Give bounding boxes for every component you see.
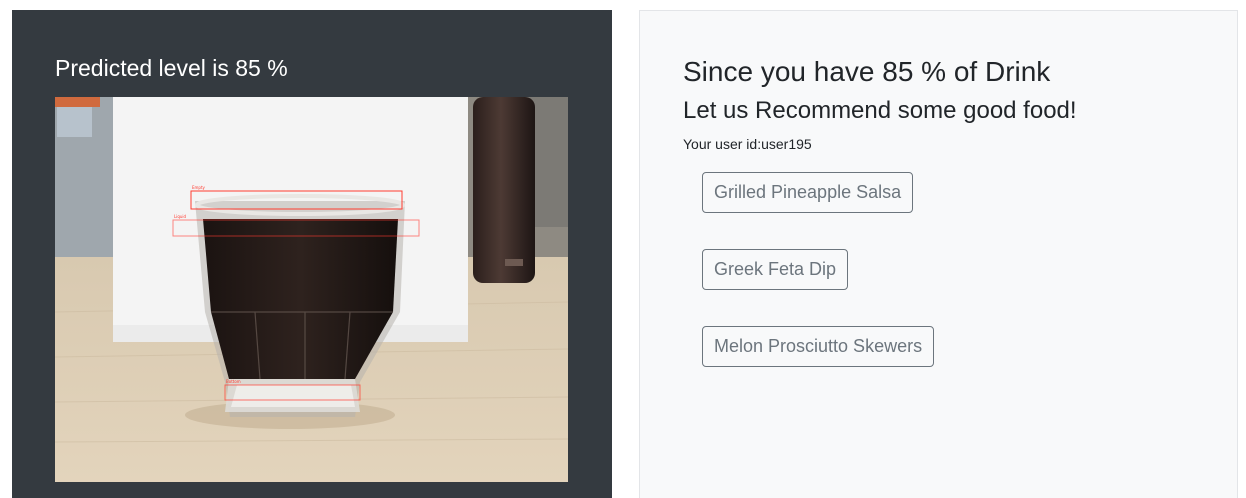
food-button-grilled-pineapple-salsa[interactable]: Grilled Pineapple Salsa — [702, 172, 914, 213]
recommend-subheading: Let us Recommend some good food! — [683, 97, 1077, 124]
drink-photo: Empty Liquid Bottom — [55, 97, 568, 482]
drink-level-heading: Since you have 85 % of Drink — [683, 56, 1051, 87]
detection-label-liquid: Liquid — [174, 214, 187, 219]
prediction-panel: Predicted level is 85 % Empty Liquid Bot… — [12, 10, 612, 498]
detection-label-empty: Empty — [192, 185, 206, 190]
user-id-text: Your user id:user195 — [683, 136, 812, 152]
predicted-level-title: Predicted level is 85 % — [55, 55, 288, 81]
food-button-greek-feta-dip[interactable]: Greek Feta Dip — [702, 249, 849, 290]
drink-photo-image: Empty Liquid Bottom — [55, 97, 568, 482]
detection-label-bottom: Bottom — [226, 379, 241, 384]
food-button-melon-prosciutto-skewers[interactable]: Melon Prosciutto Skewers — [702, 326, 935, 367]
recommendation-panel: Since you have 85 % of Drink Let us Reco… — [639, 10, 1238, 498]
